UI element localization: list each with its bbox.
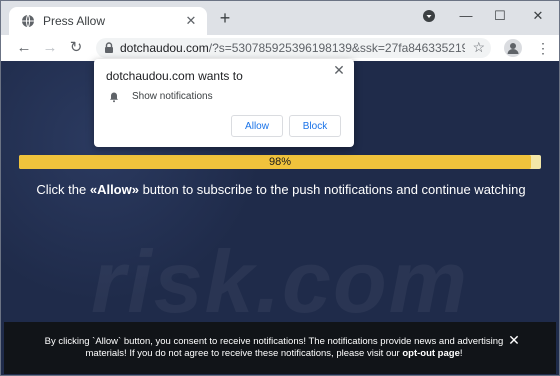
bell-icon	[110, 92, 118, 103]
bookmark-star-icon[interactable]: ☆	[472, 39, 485, 56]
popup-close-icon[interactable]: ✕	[332, 63, 346, 77]
reload-icon[interactable]: ↻	[67, 39, 85, 57]
progress-label: 98%	[268, 156, 292, 168]
headline-suffix: button to subscribe to the push notifica…	[138, 182, 526, 197]
browser-window: Press Allow ✕ + — ☐ ✕ ← → ↻ dotchaudou.c…	[0, 0, 560, 376]
tab-strip: Press Allow ✕ + — ☐ ✕	[1, 1, 559, 35]
headline-allow-word: «Allow»	[89, 182, 139, 197]
notice-close-icon[interactable]: ✕	[506, 332, 522, 348]
toolbar: ← → ↻ dotchaudou.com/?s=5307859253961981…	[1, 35, 559, 61]
headline: Click the «Allow» button to subscribe to…	[35, 182, 527, 198]
consent-notice: By clicking `Allow` button, you consent …	[4, 322, 556, 374]
url-text: dotchaudou.com/?s=530785925396198139&ssk…	[120, 41, 465, 55]
progress-bar: 98%	[19, 155, 541, 169]
headline-prefix: Click the	[36, 182, 90, 197]
tab-search-icon[interactable]	[420, 7, 438, 25]
minimize-icon[interactable]: —	[457, 7, 475, 25]
menu-kebab-icon[interactable]: ⋮	[534, 39, 552, 57]
notice-end: !	[459, 348, 463, 359]
notice-text: By clicking `Allow` button, you consent …	[39, 336, 509, 360]
tab-title: Press Allow	[43, 14, 106, 28]
back-icon[interactable]: ←	[15, 39, 33, 57]
profile-avatar-icon[interactable]	[504, 39, 522, 57]
notification-permission-popup: dotchaudou.com wants to ✕ Show notificat…	[94, 59, 354, 147]
permission-label: Show notifications	[132, 91, 213, 102]
popup-title: dotchaudou.com wants to	[106, 69, 243, 83]
new-tab-icon[interactable]: +	[217, 9, 233, 27]
url-path: /?s=530785925396198139&ssk=27fa846335219…	[208, 41, 465, 55]
tab-close-icon[interactable]: ✕	[183, 13, 199, 29]
lock-icon[interactable]	[102, 41, 116, 55]
forward-icon[interactable]: →	[41, 39, 59, 57]
url-domain: dotchaudou.com	[120, 41, 209, 55]
maximize-icon[interactable]: ☐	[491, 7, 509, 25]
block-button[interactable]: Block	[289, 115, 341, 137]
tab-press-allow[interactable]: Press Allow ✕	[9, 7, 207, 35]
watermark: risk.com	[91, 232, 469, 331]
address-bar[interactable]: dotchaudou.com/?s=530785925396198139&ssk…	[96, 38, 491, 58]
close-window-icon[interactable]: ✕	[529, 7, 547, 25]
allow-button[interactable]: Allow	[231, 115, 283, 137]
globe-icon	[22, 14, 34, 28]
opt-out-link[interactable]: opt-out page	[402, 348, 460, 359]
